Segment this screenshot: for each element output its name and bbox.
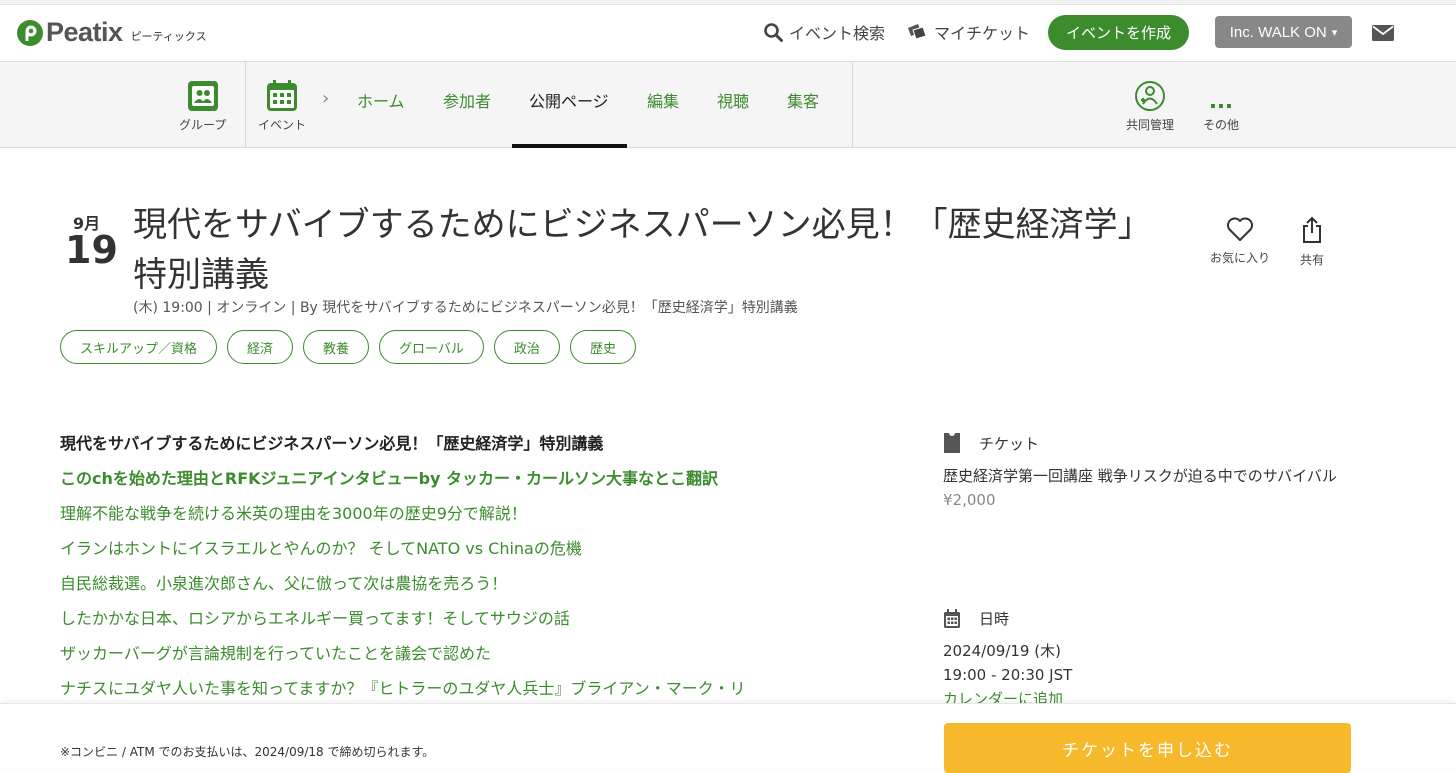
- tab-edit[interactable]: 編集: [647, 88, 679, 112]
- brand-name: Peatix: [46, 17, 123, 47]
- my-tickets-label: マイチケット: [934, 24, 1031, 43]
- active-tab-indicator: [512, 144, 627, 148]
- description-link[interactable]: 理解不能な戦争を続ける米英の理由を3000年の歴史9分で解説！: [60, 502, 860, 537]
- nav-event[interactable]: イベント: [258, 80, 306, 133]
- tag-chip[interactable]: 政治: [493, 330, 560, 364]
- co-manage-icon: [1135, 81, 1165, 111]
- event-title: 現代をサバイブするためにビジネスパーソン必見！「歴史経済学」特別講義: [133, 205, 1152, 295]
- nav-group[interactable]: グループ: [179, 80, 226, 133]
- event-search-label: イベント検索: [789, 24, 886, 43]
- nav-event-label: イベント: [258, 118, 307, 132]
- ticket-icon: [908, 24, 927, 40]
- calendar-icon: [267, 80, 297, 111]
- nav-divider: [245, 62, 246, 148]
- tab-home[interactable]: ホーム: [357, 88, 405, 112]
- management-nav: グループ イベント › ホーム 参加者 公開ページ 編集 視聴 集客 共同管理: [0, 62, 1456, 148]
- share-label: 共有: [1300, 253, 1325, 267]
- ticket-heading-label: チケット: [979, 434, 1040, 453]
- favorite-label: お気に入り: [1210, 251, 1271, 265]
- nav-group-label: グループ: [179, 118, 227, 132]
- tab-public-page[interactable]: 公開ページ: [529, 88, 609, 112]
- description-link[interactable]: 自民総裁選。小泉進次郎さん、父に倣って次は農協を売ろう！: [60, 572, 860, 607]
- tag-chip[interactable]: 経済: [227, 330, 294, 364]
- heart-icon: [1227, 217, 1253, 241]
- event-description: 現代をサバイブするためにビジネスパーソン必見！「歴史経済学」特別講義 このchを…: [60, 432, 860, 712]
- event-time: 19:00 - 20:30 JST: [943, 666, 1073, 684]
- brand-kana: ピーティックス: [130, 29, 207, 43]
- tab-viewing[interactable]: 視聴: [717, 88, 749, 112]
- create-event-button[interactable]: イベントを作成: [1048, 15, 1189, 50]
- description-heading: 現代をサバイブするためにビジネスパーソン必見！「歴史経済学」特別講義: [60, 434, 604, 453]
- more-dots-icon: [1211, 104, 1231, 108]
- sticky-footer: ※コンビニ / ATM でのお支払いは、2024/09/18 で締め切られます。…: [0, 703, 1456, 773]
- nav-co-manage-label: 共同管理: [1126, 118, 1175, 132]
- calendar-small-icon: [944, 608, 960, 628]
- event-date: 2024/09/19 (木): [943, 642, 1061, 660]
- mail-icon[interactable]: [1372, 25, 1394, 41]
- header: Peatix ピーティックス イベント検索 マイチケット イベントを作成 Inc…: [0, 5, 1456, 62]
- description-link[interactable]: イランはホントにイスラエルとやんのか？ そしてNATO vs Chinaの危機: [60, 537, 860, 572]
- chevron-down-icon: ▾: [1331, 26, 1338, 39]
- search-icon: [764, 22, 783, 42]
- nav-divider: [852, 62, 853, 148]
- tag-list: スキルアップ／資格 経済 教養 グローバル 政治 歴史: [60, 330, 636, 364]
- event-search-link[interactable]: イベント検索: [764, 20, 885, 44]
- group-icon: [187, 81, 218, 111]
- payment-deadline-note: ※コンビニ / ATM でのお支払いは、2024/09/18 で締め切られます。: [60, 745, 435, 759]
- tab-attendees[interactable]: 参加者: [443, 88, 491, 112]
- share-icon: [1303, 216, 1321, 243]
- nav-co-manage[interactable]: 共同管理: [1126, 80, 1174, 133]
- ticket-heading: チケット: [943, 432, 1353, 454]
- tag-chip[interactable]: グローバル: [379, 330, 484, 364]
- datetime-section: 日時 2024/09/19 (木) 19:00 - 20:30 JST カレンダ…: [943, 608, 1353, 711]
- ticket-section: チケット 歴史経済学第一回講座 戦争リスクが迫る中でのサバイバル ¥2,000: [943, 432, 1353, 512]
- description-link[interactable]: このchを始めた理由とRFKジュニアインタビューby タッカー・カールソン大事な…: [60, 467, 860, 502]
- peatix-logo[interactable]: Peatix ピーティックス: [16, 17, 207, 48]
- org-menu-button[interactable]: Inc. WALK ON ▾: [1215, 16, 1352, 48]
- my-tickets-link[interactable]: マイチケット: [906, 20, 1030, 44]
- event-meta: (木) 19:00 | オンライン | By 現代をサバイブするためにビジネスパ…: [133, 300, 798, 316]
- event-date-day: 19: [65, 228, 118, 272]
- description-link[interactable]: したかかな日本、ロシアからエネルギー買ってます！そしてサウジの話: [60, 607, 860, 642]
- ticket-stub-icon: [944, 433, 960, 453]
- tab-promotion[interactable]: 集客: [787, 88, 819, 112]
- ticket-name: 歴史経済学第一回講座 戦争リスクが迫る中でのサバイバル: [943, 467, 1337, 485]
- datetime-heading: 日時: [943, 608, 1353, 629]
- share-button[interactable]: 共有: [1300, 216, 1324, 268]
- apply-ticket-button[interactable]: チケットを申し込む: [944, 723, 1351, 773]
- favorite-button[interactable]: お気に入り: [1210, 216, 1270, 266]
- peatix-logo-icon: [17, 19, 43, 46]
- description-link[interactable]: ザッカーバーグが言論規制を行っていたことを議会で認めた: [60, 642, 860, 677]
- org-name: Inc. WALK ON: [1229, 23, 1327, 41]
- chevron-right-icon: ›: [322, 88, 330, 109]
- datetime-heading-label: 日時: [979, 610, 1010, 628]
- nav-more[interactable]: その他: [1203, 80, 1239, 133]
- ticket-price: ¥2,000: [943, 491, 996, 509]
- tag-chip[interactable]: 教養: [303, 330, 370, 364]
- tag-chip[interactable]: 歴史: [569, 330, 636, 364]
- nav-more-label: その他: [1203, 118, 1240, 132]
- tag-chip[interactable]: スキルアップ／資格: [60, 330, 218, 364]
